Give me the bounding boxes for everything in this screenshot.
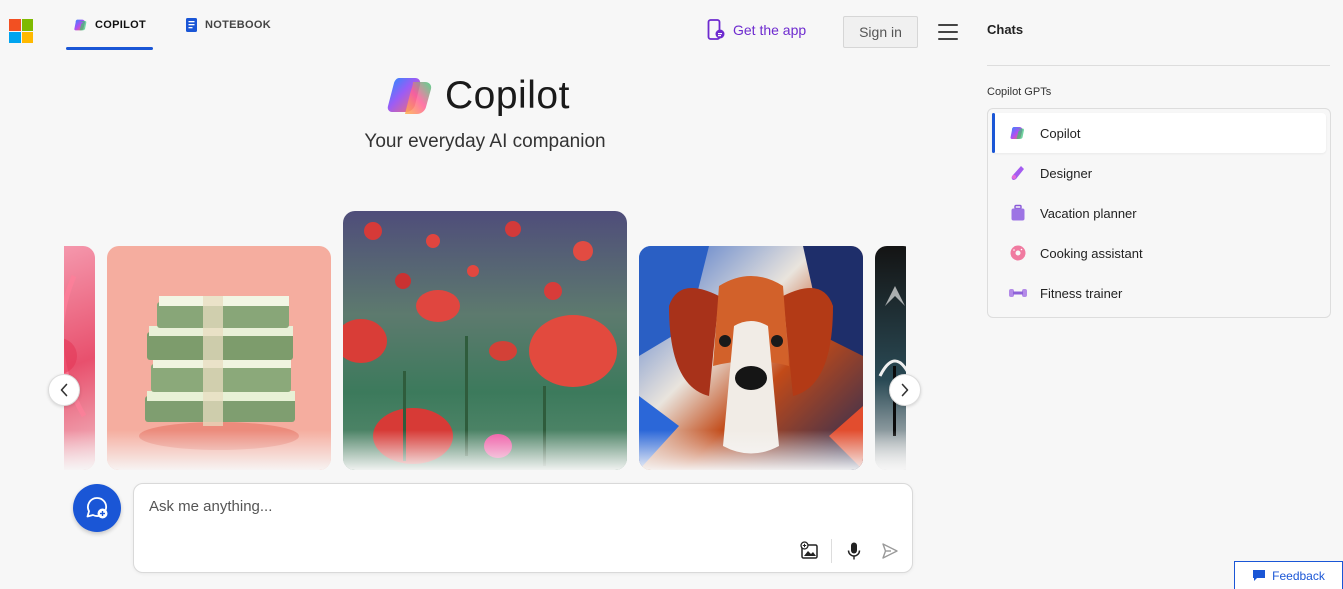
sign-in-button[interactable]: Sign in bbox=[843, 16, 918, 48]
tab-notebook[interactable]: NOTEBOOK bbox=[185, 0, 271, 50]
gpt-item-label: Fitness trainer bbox=[1040, 285, 1123, 301]
menu-icon[interactable] bbox=[938, 24, 958, 40]
get-the-app-link[interactable]: Get the app bbox=[707, 19, 806, 41]
tab-copilot-label: COPILOT bbox=[95, 19, 146, 31]
microphone-icon bbox=[847, 542, 861, 560]
sidebar-divider bbox=[987, 65, 1330, 66]
notebook-icon bbox=[186, 18, 197, 32]
carousel-card-pink-floral-art[interactable] bbox=[64, 246, 95, 470]
hero-title: Copilot bbox=[387, 74, 570, 118]
suitcase-icon bbox=[1008, 203, 1028, 223]
chat-composer bbox=[133, 483, 913, 573]
feedback-label: Feedback bbox=[1272, 568, 1325, 583]
tab-notebook-label: NOTEBOOK bbox=[205, 19, 271, 31]
image-carousel bbox=[64, 205, 906, 470]
donut-icon bbox=[1008, 243, 1028, 263]
gpt-item-label: Designer bbox=[1040, 165, 1093, 181]
get-the-app-label: Get the app bbox=[733, 22, 807, 38]
carousel-card-tropical-palm-art[interactable] bbox=[875, 246, 906, 470]
hero-subtitle: Your everyday AI companion bbox=[364, 131, 606, 152]
gpt-item-designer[interactable]: Designer bbox=[992, 153, 1326, 193]
voice-input-button[interactable] bbox=[843, 540, 865, 562]
carousel-card-money-stacks[interactable] bbox=[107, 246, 331, 470]
gpt-item-cooking-assistant[interactable]: Cooking assistant bbox=[992, 233, 1326, 273]
ask-input[interactable] bbox=[149, 498, 789, 515]
dumbbell-icon bbox=[1008, 283, 1028, 303]
new-chat-icon bbox=[86, 497, 108, 519]
gpt-item-copilot[interactable]: Copilot bbox=[992, 113, 1326, 153]
gpt-item-label: Cooking assistant bbox=[1040, 245, 1143, 261]
copilot-logo-icon bbox=[387, 78, 432, 114]
tab-copilot[interactable]: COPILOT bbox=[66, 0, 153, 50]
carousel-next-button[interactable] bbox=[889, 374, 921, 406]
microsoft-logo[interactable] bbox=[9, 19, 33, 43]
copilot-icon bbox=[74, 19, 87, 31]
send-icon bbox=[882, 543, 898, 559]
add-image-button[interactable] bbox=[799, 540, 821, 562]
copilot-icon bbox=[1008, 123, 1028, 143]
chevron-right-icon bbox=[901, 383, 909, 397]
copilot-gpts-label: Copilot GPTs bbox=[987, 86, 1052, 98]
composer-divider bbox=[831, 539, 832, 563]
send-button[interactable] bbox=[879, 540, 901, 562]
hero-title-text: Copilot bbox=[445, 74, 570, 117]
carousel-card-red-poppies-field[interactable] bbox=[343, 211, 627, 470]
image-add-icon bbox=[800, 541, 818, 559]
gpt-item-label: Vacation planner bbox=[1040, 205, 1137, 221]
gpt-item-fitness-trainer[interactable]: Fitness trainer bbox=[992, 273, 1326, 313]
gpt-item-label: Copilot bbox=[1040, 125, 1081, 141]
new-topic-button[interactable] bbox=[73, 484, 121, 532]
carousel-card-colorful-dog-painting[interactable] bbox=[639, 246, 863, 470]
feedback-icon bbox=[1253, 570, 1266, 581]
feedback-button[interactable]: Feedback bbox=[1234, 561, 1343, 589]
chevron-left-icon bbox=[60, 383, 68, 397]
gpt-item-vacation-planner[interactable]: Vacation planner bbox=[992, 193, 1326, 233]
designer-icon bbox=[1008, 163, 1028, 183]
carousel-prev-button[interactable] bbox=[48, 374, 80, 406]
phone-icon bbox=[707, 19, 725, 40]
copilot-gpts-list: Copilot Designer Vacation planner Cookin… bbox=[987, 108, 1331, 318]
chats-title: Chats bbox=[987, 22, 1024, 37]
